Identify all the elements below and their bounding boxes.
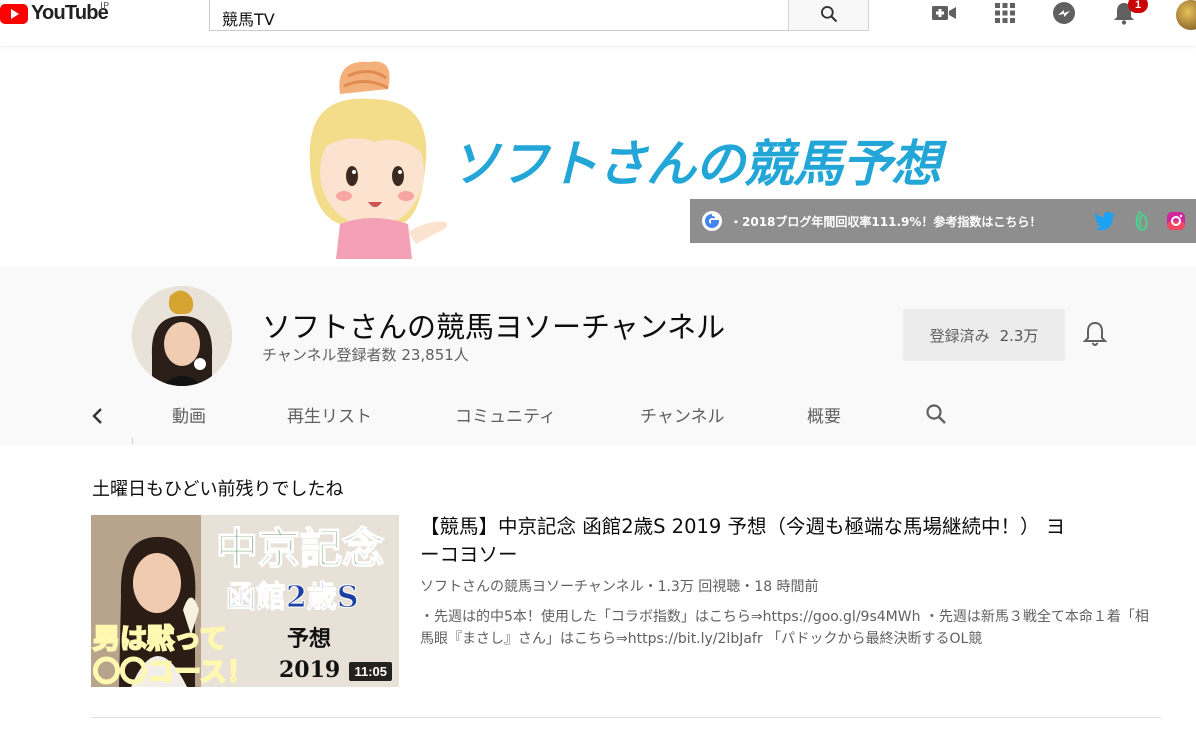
subscribed-count: 2.3万 (999, 326, 1039, 345)
tab-about[interactable]: 概要 (807, 402, 841, 427)
masthead: YouTube JP 競馬TV 1 (0, 0, 1196, 46)
banner-strip-text[interactable]: ・2018ブログ年間回収率111.9%！参考指数はこちら！ (730, 213, 1041, 230)
thumbnail-text-4: 〇〇コース！ (93, 657, 254, 687)
account-avatar[interactable] (1176, 0, 1196, 30)
tabs-scroll-left-button[interactable] (88, 404, 108, 428)
bell-icon (1082, 321, 1108, 346)
create-video-button[interactable] (930, 0, 958, 26)
tab-playlists[interactable]: 再生リスト (287, 402, 372, 427)
search-icon (820, 6, 837, 23)
thumbnail-text-5: 予想 (287, 626, 331, 652)
subscribed-label: 登録済み (929, 326, 990, 345)
channel-subscriber-count: チャンネル登録者数 23,851人 (262, 346, 469, 364)
messages-button[interactable] (1050, 0, 1078, 26)
youtube-play-icon (0, 3, 28, 24)
video-metadata: ソフトさんの競馬ヨソーチャンネル・1.3万 回視聴・18 時間前 (420, 579, 819, 595)
notification-badge: 1 (1128, 0, 1148, 13)
channel-banner: ソフトさんの競馬予想 ・2018ブログ年間回収率111.9%！参考指数はこちら！ (0, 46, 1196, 266)
channel-avatar[interactable] (132, 286, 232, 386)
google-icon[interactable] (702, 211, 722, 231)
apps-icon (995, 3, 1015, 23)
tab-videos[interactable]: 動画 (172, 402, 206, 427)
banner-links-strip: ・2018ブログ年間回収率111.9%！参考指数はこちら！ (690, 199, 1196, 243)
content-divider (91, 717, 1161, 718)
subscribed-button[interactable]: 登録済み 2.3万 (903, 309, 1065, 361)
thumbnail-text-1: 中京記念 (216, 524, 384, 573)
video-duration: 11:05 (349, 662, 392, 681)
banner-character-illustration (309, 61, 447, 259)
channel-name: ソフトさんの競馬ヨソーチャンネル (262, 310, 726, 344)
tab-channels[interactable]: チャンネル (640, 402, 725, 427)
thumbnail-text-2: 函館2歳S (226, 580, 359, 615)
thumbnail-text-6: 2019 (279, 657, 340, 683)
notification-bell-button[interactable] (1082, 320, 1108, 348)
search-icon (926, 404, 946, 424)
channel-header: ソフトさんの競馬ヨソーチャンネル チャンネル登録者数 23,851人 登録済み … (0, 266, 1196, 445)
video-description: ・先週は的中5本！使用した「コラボ指数」はこちら⇒https://goo.gl/… (420, 609, 1149, 647)
section-title: 土曜日もひどい前残りでしたね (92, 479, 344, 500)
tab-divider (132, 438, 133, 444)
create-video-icon (932, 6, 956, 20)
channel-search-button[interactable] (924, 402, 948, 430)
twitter-icon[interactable] (1094, 211, 1116, 231)
video-title[interactable]: 【競馬】中京記念 函館2歳S 2019 予想（今週も極端な馬場継続中！） ヨーコ… (420, 513, 1070, 569)
channel-avatar-photo (132, 286, 232, 386)
chevron-left-icon (92, 408, 102, 424)
youtube-logo[interactable]: YouTube JP (0, 1, 109, 25)
apps-button[interactable] (991, 0, 1019, 26)
vine-icon[interactable] (1132, 209, 1152, 233)
logo-text: YouTube (31, 2, 109, 24)
instagram-icon[interactable] (1166, 211, 1186, 231)
banner-title: ソフトさんの競馬予想 (450, 135, 941, 193)
search-input[interactable]: 競馬TV (209, 0, 789, 31)
logo-region: JP (100, 1, 109, 12)
video-thumbnail[interactable]: 中京記念 函館2歳S 男は黙って 〇〇コース！ 予想 2019 11:05 (91, 515, 399, 687)
thumbnail-text-3: 男は黙って (93, 624, 227, 655)
tab-community[interactable]: コミュニティ (455, 402, 556, 427)
search-button[interactable] (788, 0, 869, 31)
messages-icon (1053, 2, 1075, 24)
